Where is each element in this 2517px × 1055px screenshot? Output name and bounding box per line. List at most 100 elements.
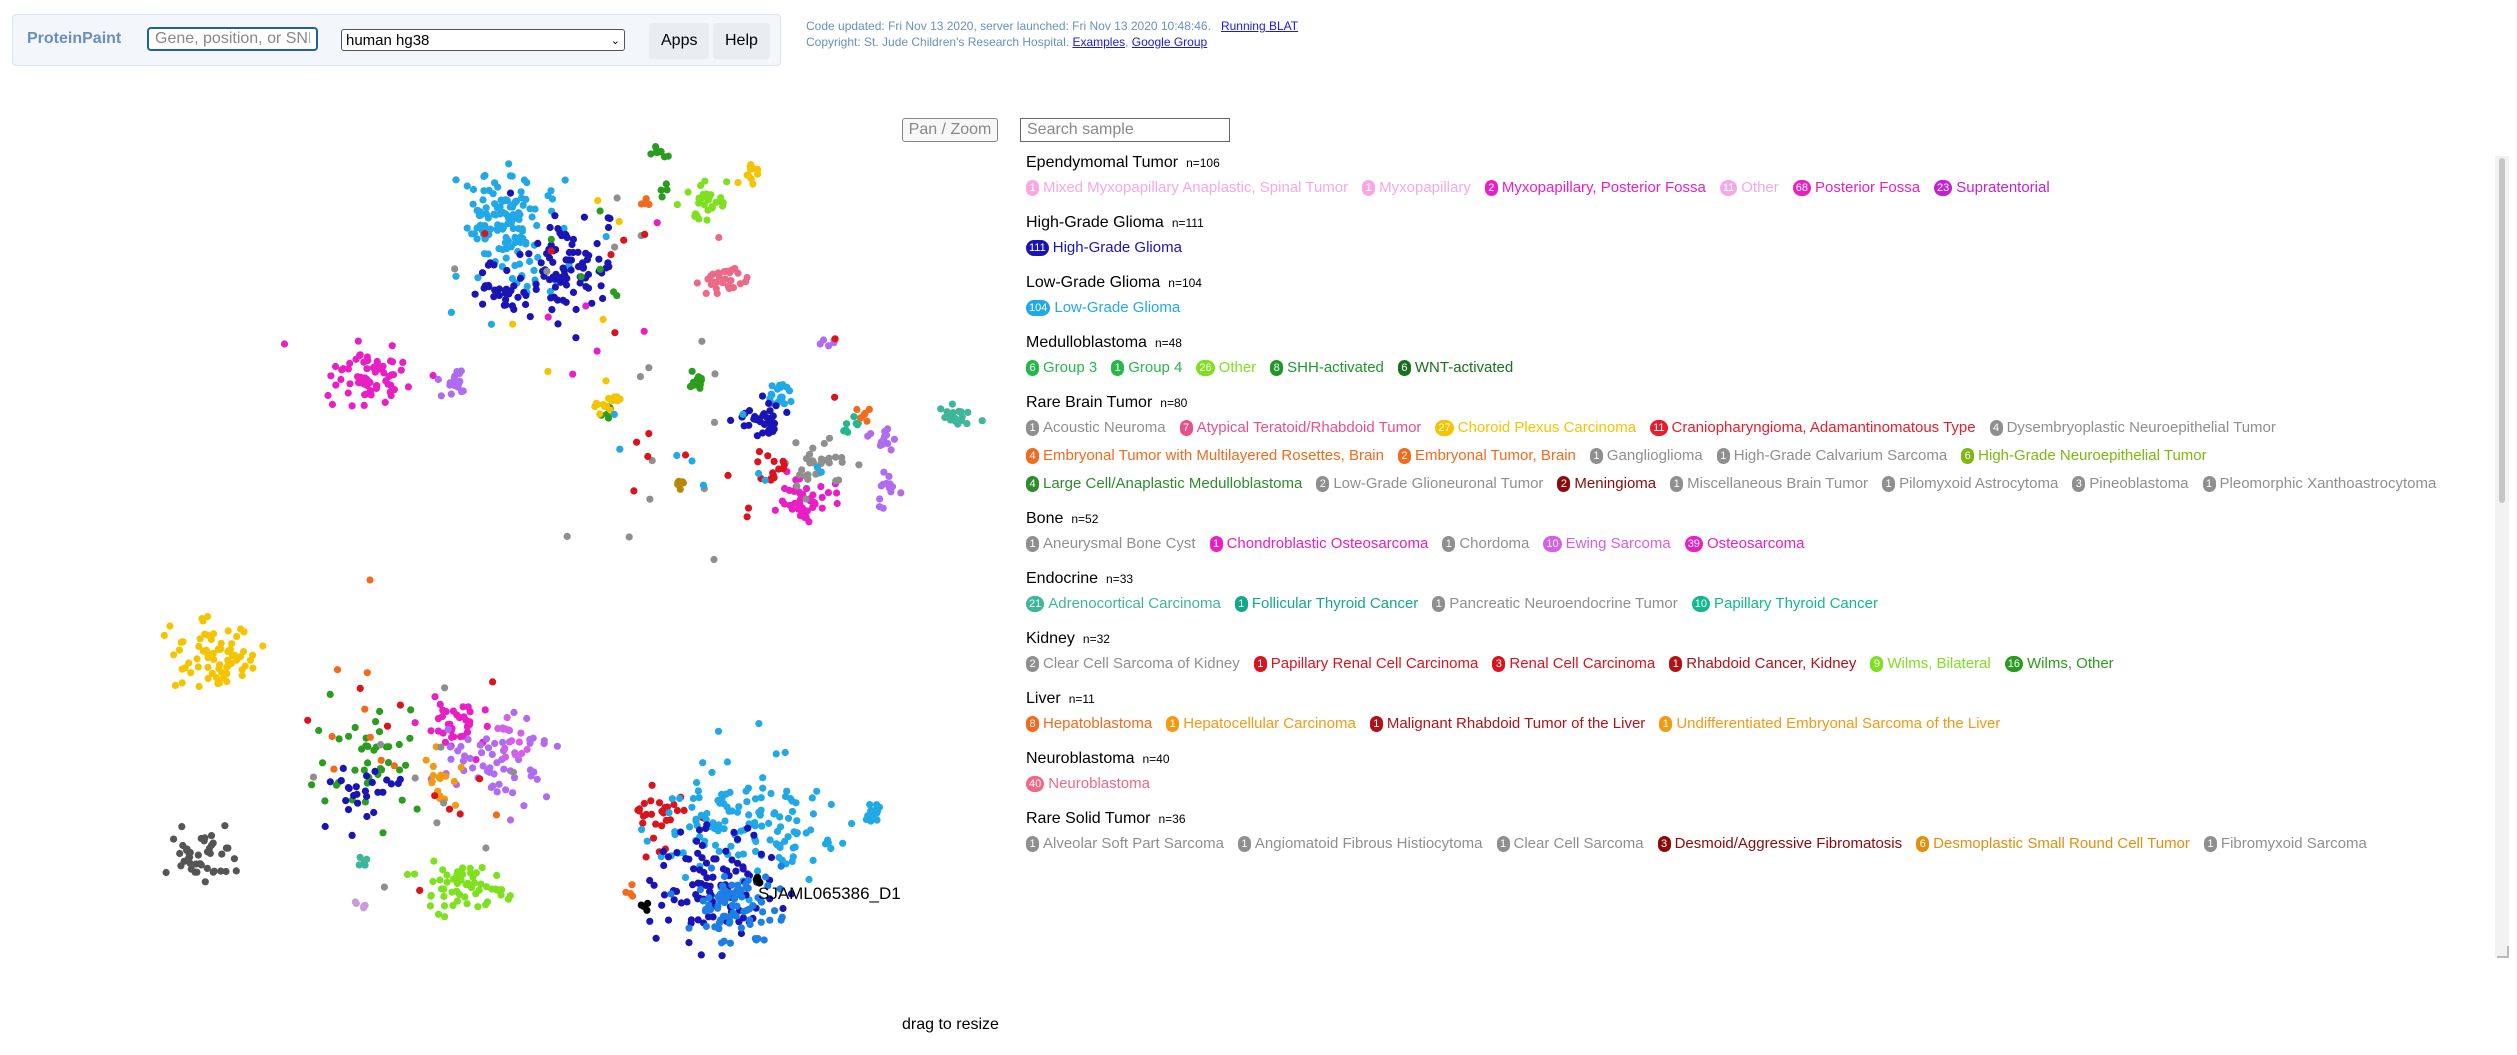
help-button[interactable]: Help xyxy=(713,23,770,59)
sample-dot[interactable] xyxy=(777,823,785,831)
sample-dot[interactable] xyxy=(461,893,469,901)
sample-dot[interactable] xyxy=(505,290,513,298)
sample-dot[interactable] xyxy=(865,405,873,413)
sample-dot[interactable] xyxy=(759,908,767,916)
sample-dot[interactable] xyxy=(502,234,510,242)
sample-dot[interactable] xyxy=(407,706,415,714)
sample-dot[interactable] xyxy=(342,797,350,805)
sample-dot[interactable] xyxy=(344,806,353,814)
sample-dot[interactable] xyxy=(344,784,352,792)
sample-dot[interactable] xyxy=(569,288,578,296)
sample-dot[interactable] xyxy=(577,273,585,281)
sample-dot[interactable] xyxy=(531,205,539,213)
sample-dot[interactable] xyxy=(640,799,648,808)
sample-dot[interactable] xyxy=(530,266,538,274)
sample-dot[interactable] xyxy=(216,661,224,669)
sample-dot[interactable] xyxy=(755,448,764,456)
sample-dot[interactable] xyxy=(628,881,636,889)
sample-dot[interactable] xyxy=(455,379,463,387)
sample-dot[interactable] xyxy=(232,867,240,875)
sample-dot[interactable] xyxy=(492,885,500,893)
sample-dot[interactable] xyxy=(739,914,748,922)
sample-dot[interactable] xyxy=(726,939,735,947)
sample-dot[interactable] xyxy=(523,714,531,723)
sample-dot[interactable] xyxy=(499,224,507,232)
sample-dot[interactable] xyxy=(361,901,369,910)
sample-dot[interactable] xyxy=(339,764,347,773)
legend-item[interactable]: 11 Other xyxy=(1719,174,1779,202)
sample-dot[interactable] xyxy=(547,187,555,195)
sample-dot[interactable] xyxy=(224,656,232,664)
sample-dot[interactable] xyxy=(519,201,527,209)
sample-dot[interactable] xyxy=(688,803,696,811)
sample-dot[interactable] xyxy=(259,642,267,650)
sample-dot[interactable] xyxy=(721,817,729,825)
sample-dot[interactable] xyxy=(809,856,817,865)
sample-dot[interactable] xyxy=(522,240,530,248)
sample-dot[interactable] xyxy=(737,924,746,932)
sample-dot[interactable] xyxy=(528,213,536,221)
sample-dot[interactable] xyxy=(554,225,562,233)
sample-dot[interactable] xyxy=(224,844,232,852)
sample-dot[interactable] xyxy=(489,678,497,686)
sample-dot[interactable] xyxy=(767,789,775,798)
sample-dot[interactable] xyxy=(370,808,378,817)
sample-dot[interactable] xyxy=(766,407,774,415)
sample-dot[interactable] xyxy=(798,510,806,518)
sample-dot[interactable] xyxy=(511,238,519,247)
sample-dot[interactable] xyxy=(723,178,731,186)
sample-dot[interactable] xyxy=(446,379,454,387)
sample-dot[interactable] xyxy=(738,893,746,901)
sample-dot[interactable] xyxy=(547,235,555,243)
sample-dot[interactable] xyxy=(884,425,892,433)
sample-dot[interactable] xyxy=(722,847,730,855)
sample-dot[interactable] xyxy=(437,743,445,751)
sample-dot[interactable] xyxy=(824,489,833,497)
sample-dot[interactable] xyxy=(667,890,675,898)
sample-dot[interactable] xyxy=(824,839,832,847)
sample-dot[interactable] xyxy=(542,793,551,801)
sample-dot[interactable] xyxy=(866,801,874,809)
sample-dot[interactable] xyxy=(372,384,380,392)
sample-dot[interactable] xyxy=(351,723,359,732)
sample-dot[interactable] xyxy=(759,774,767,782)
sample-dot[interactable] xyxy=(863,417,871,425)
sample-dot[interactable] xyxy=(817,468,825,476)
sample-dot[interactable] xyxy=(510,708,518,717)
sample-dot[interactable] xyxy=(443,878,451,886)
sample-dot[interactable] xyxy=(416,886,424,895)
sample-dot[interactable] xyxy=(690,865,698,873)
sample-dot[interactable] xyxy=(505,160,513,168)
sample-dot[interactable] xyxy=(457,763,465,772)
sample-dot[interactable] xyxy=(779,904,787,913)
sample-dot[interactable] xyxy=(201,878,209,886)
sample-dot[interactable] xyxy=(693,837,701,845)
sample-dot[interactable] xyxy=(504,895,512,903)
sample-dot[interactable] xyxy=(226,645,234,654)
sample-dot[interactable] xyxy=(668,795,676,803)
sample-dot[interactable] xyxy=(444,725,452,734)
sample-dot[interactable] xyxy=(728,856,736,864)
sample-dot[interactable] xyxy=(427,727,435,735)
legend-item[interactable]: 3 Pineoblastoma xyxy=(2072,470,2189,498)
sample-dot[interactable] xyxy=(363,365,371,373)
legend-item[interactable]: 11 Craniopharyngioma, Adamantinomatous Ty… xyxy=(1650,414,1976,442)
sample-dot[interactable] xyxy=(551,212,559,220)
sample-dot[interactable] xyxy=(729,902,737,910)
sample-dot[interactable] xyxy=(718,952,726,960)
sample-dot[interactable] xyxy=(710,555,718,564)
sample-dot[interactable] xyxy=(500,765,508,773)
sample-dot[interactable] xyxy=(379,829,387,837)
sample-dot[interactable] xyxy=(364,759,372,767)
sample-dot[interactable] xyxy=(453,897,461,905)
legend-item[interactable]: 2 Meningioma xyxy=(1557,470,1656,498)
sample-dot[interactable] xyxy=(447,755,455,763)
sample-dot[interactable] xyxy=(951,414,959,422)
sample-dot[interactable] xyxy=(720,800,728,808)
sample-dot[interactable] xyxy=(784,814,793,822)
legend-item[interactable]: 1 Mixed Myxopapillary Anaplastic, Spinal … xyxy=(1026,174,1348,202)
sample-dot[interactable] xyxy=(852,420,860,428)
sample-dot[interactable] xyxy=(456,872,464,880)
sample-dot[interactable] xyxy=(838,454,846,462)
sample-dot[interactable] xyxy=(715,925,723,933)
